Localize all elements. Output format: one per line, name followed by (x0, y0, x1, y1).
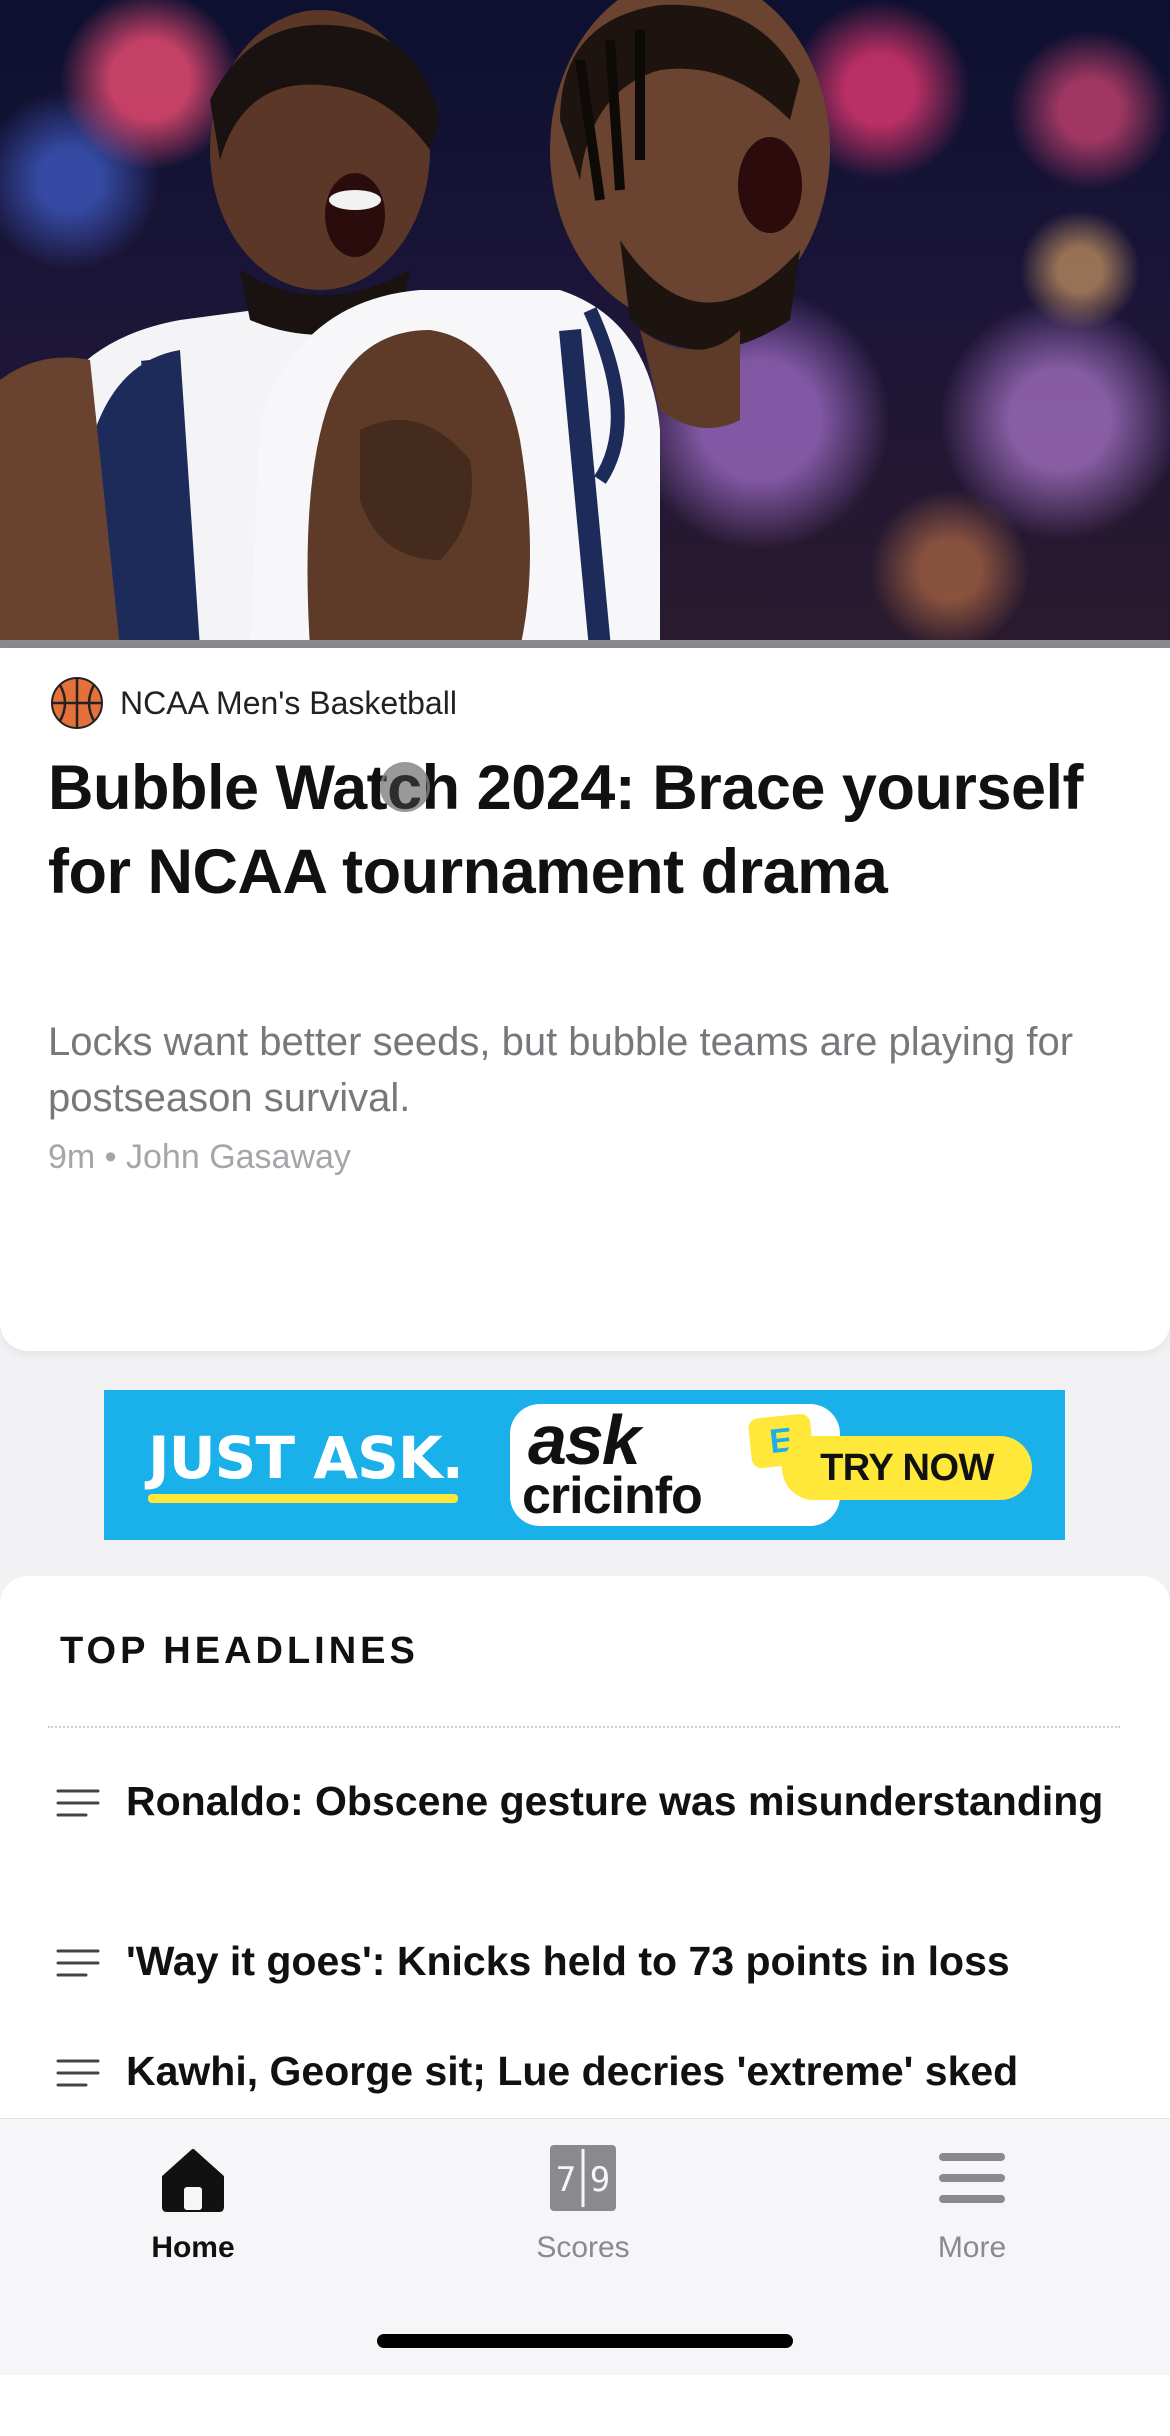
headline-text: Kawhi, George sit; Lue decries 'extreme'… (126, 2048, 1019, 2094)
ad-underline (148, 1494, 458, 1503)
article-list-icon (56, 1789, 100, 1817)
touch-indicator (380, 762, 430, 812)
article-byline: 9m • John Gasaway (48, 1138, 351, 1176)
headline-item[interactable]: 'Way it goes': Knicks held to 73 points … (56, 1936, 1136, 1986)
headline-item[interactable]: Kawhi, George sit; Lue decries 'extreme'… (56, 2046, 1136, 2096)
tab-scores-label: Scores (536, 2231, 630, 2264)
home-icon (162, 2149, 224, 2212)
ad-logo-bottom-text: cricinfo (522, 1467, 703, 1525)
article-list-icon (56, 2059, 100, 2087)
tab-home-label: Home (151, 2231, 235, 2264)
scoreboard-digit-left: 7 (556, 2160, 576, 2200)
scoreboard-digit-right: 9 (590, 2160, 610, 2200)
ad-tagline: JUST ASK. (148, 1424, 464, 1492)
headline-text: 'Way it goes': Knicks held to 73 points … (126, 1938, 1010, 1984)
league-tag[interactable]: NCAA Men's Basketball (50, 676, 457, 730)
tab-more[interactable]: More (872, 2143, 1072, 2265)
article-summary: Locks want better seeds, but bubble team… (48, 1020, 1074, 1120)
hero-photo[interactable] (0, 0, 1170, 648)
menu-icon (939, 2153, 1005, 2203)
basketball-icon (51, 677, 103, 729)
ad-banner[interactable]: JUST ASK. ask E cricinfo TRY NOW (104, 1390, 1065, 1540)
headline-item[interactable]: Ronaldo: Obscene gesture was misundersta… (56, 1776, 1136, 1826)
tab-more-label: More (937, 2231, 1007, 2264)
hero-illustration (0, 0, 830, 648)
featured-article-card[interactable]: NCAA Men's Basketball Bubble Watch 2024:… (0, 648, 1170, 1351)
headline-text: Ronaldo: Obscene gesture was misundersta… (126, 1778, 1104, 1824)
scoreboard-icon: 7 9 (550, 2145, 616, 2211)
league-name: NCAA Men's Basketball (120, 684, 457, 721)
section-divider (48, 1726, 1120, 1728)
home-indicator[interactable] (377, 2334, 793, 2348)
hero-divider (0, 640, 1170, 648)
article-headline[interactable]: Bubble Watch 2024: Brace yourself for NC… (48, 746, 1128, 914)
article-list-icon (56, 1949, 100, 1977)
section-title: TOP HEADLINES (60, 1630, 419, 1672)
tab-scores[interactable]: 7 9 Scores (483, 2143, 683, 2265)
tab-home[interactable]: Home (93, 2143, 293, 2265)
ad-cta-button[interactable]: TRY NOW (782, 1436, 1032, 1500)
